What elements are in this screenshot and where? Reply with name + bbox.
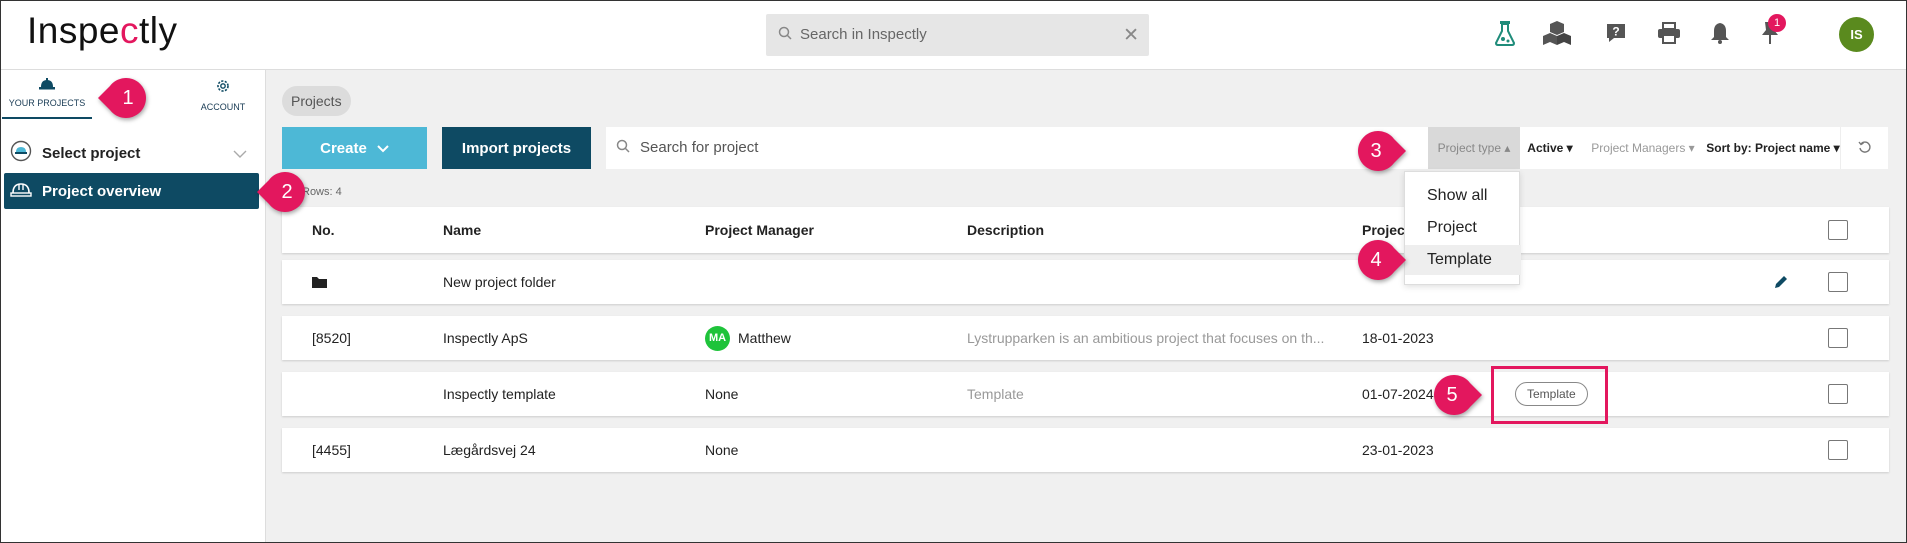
active-filter[interactable]: Active ▾ bbox=[1520, 127, 1580, 169]
callout-marker: 3 bbox=[1354, 129, 1406, 173]
callout-number: 3 bbox=[1370, 139, 1382, 162]
caret-icon: ▴ bbox=[1504, 141, 1511, 155]
row-description: Template bbox=[967, 386, 1024, 402]
chevron-down-icon bbox=[233, 145, 247, 162]
reset-filters-button[interactable] bbox=[1840, 127, 1888, 169]
row-date: 23-01-2023 bbox=[1362, 442, 1434, 458]
create-button[interactable]: Create bbox=[282, 127, 427, 169]
row-date: 18-01-2023 bbox=[1362, 330, 1434, 346]
callout-marker: 5 bbox=[1430, 373, 1482, 417]
project-overview-label: Project overview bbox=[42, 182, 162, 200]
row-name[interactable]: Lægårdsvej 24 bbox=[443, 428, 536, 472]
select-project-dropdown[interactable]: Select project bbox=[4, 135, 259, 171]
project-type-filter[interactable]: Project type ▴ bbox=[1428, 127, 1520, 169]
tab-account[interactable]: ACCOUNT bbox=[178, 78, 268, 112]
help-icon[interactable]: ? bbox=[1601, 18, 1631, 48]
callout-number: 2 bbox=[281, 180, 293, 203]
project-type-menu: Show all Project Template bbox=[1404, 171, 1521, 285]
project-managers-filter[interactable]: Project Managers ▾ bbox=[1580, 127, 1706, 169]
print-icon[interactable] bbox=[1654, 18, 1684, 48]
active-filter-label: Active bbox=[1527, 141, 1564, 155]
menu-item-project[interactable]: Project bbox=[1405, 213, 1521, 243]
row-checkbox[interactable] bbox=[1828, 384, 1848, 404]
table-row[interactable]: Inspectly template None Template 01-07-2… bbox=[282, 372, 1889, 416]
breadcrumb[interactable]: Projects bbox=[282, 86, 351, 116]
header-name[interactable]: Name bbox=[443, 207, 481, 253]
flask-icon[interactable] bbox=[1490, 18, 1520, 48]
row-project-manager: None bbox=[705, 386, 739, 402]
tab-your-projects[interactable]: YOUR PROJECTS bbox=[2, 78, 92, 119]
caret-icon: ▾ bbox=[1566, 141, 1573, 155]
top-bar: Inspectly Search in Inspectly ✕ ? 1 IS bbox=[0, 0, 1907, 70]
callout-marker: 4 bbox=[1354, 238, 1406, 282]
user-avatar[interactable]: IS bbox=[1839, 17, 1874, 52]
row-name[interactable]: New project folder bbox=[443, 260, 556, 304]
header-project-manager[interactable]: Project Manager bbox=[705, 207, 814, 253]
search-icon bbox=[778, 26, 792, 45]
row-checkbox[interactable] bbox=[1828, 440, 1848, 460]
row-checkbox[interactable] bbox=[1828, 328, 1848, 348]
tab-your-projects-label: YOUR PROJECTS bbox=[8, 98, 86, 108]
caret-icon: ▾ bbox=[1688, 141, 1695, 155]
callout-marker: 2 bbox=[257, 170, 309, 214]
select-all-checkbox[interactable] bbox=[1828, 220, 1848, 240]
sort-label: Sort by: Project name bbox=[1706, 141, 1831, 155]
callout-marker: 1 bbox=[98, 76, 150, 120]
header-description[interactable]: Description bbox=[967, 207, 1044, 253]
row-name[interactable]: Inspectly ApS bbox=[443, 316, 528, 360]
project-switch-icon bbox=[10, 140, 32, 166]
callout-number: 4 bbox=[1370, 248, 1382, 271]
row-number: [4455] bbox=[312, 442, 351, 458]
create-label: Create bbox=[320, 139, 367, 157]
project-search-placeholder: Search for project bbox=[640, 139, 759, 156]
tab-account-label: ACCOUNT bbox=[200, 102, 246, 112]
project-managers-label: Project Managers bbox=[1591, 141, 1686, 155]
row-checkbox[interactable] bbox=[1828, 272, 1848, 292]
row-date: 01-07-2024 bbox=[1362, 386, 1434, 402]
project-search-input[interactable]: Search for project bbox=[606, 127, 1428, 169]
notification-badge: 1 bbox=[1768, 14, 1786, 32]
helmet-outline-icon bbox=[10, 181, 32, 201]
sort-dropdown[interactable]: Sort by: Project name ▾ bbox=[1706, 127, 1840, 169]
app-logo[interactable]: Inspectly bbox=[27, 10, 178, 52]
manager-name: Matthew bbox=[738, 330, 791, 346]
menu-item-show-all[interactable]: Show all bbox=[1405, 181, 1521, 211]
table-row[interactable]: [8520] Inspectly ApS MA Matthew Lystrupp… bbox=[282, 316, 1889, 360]
helmet-icon bbox=[2, 78, 92, 92]
import-projects-button[interactable]: Import projects bbox=[442, 127, 591, 169]
header-no[interactable]: No. bbox=[312, 207, 335, 253]
row-number: [8520] bbox=[312, 330, 351, 346]
clear-search-icon[interactable]: ✕ bbox=[1123, 24, 1139, 47]
caret-icon: ▾ bbox=[1833, 141, 1840, 155]
select-project-label: Select project bbox=[42, 144, 141, 162]
gear-icon bbox=[178, 78, 268, 96]
table-header: No. Name Project Manager Description Pro… bbox=[282, 207, 1889, 253]
project-type-label: Project type bbox=[1437, 141, 1501, 155]
row-description: Lystrupparken is an ambitious project th… bbox=[967, 330, 1325, 346]
edit-icon[interactable] bbox=[1774, 260, 1788, 304]
menu-item-template[interactable]: Template bbox=[1405, 245, 1521, 275]
table-row[interactable]: [4455] Lægårdsvej 24 None 23-01-2023 bbox=[282, 428, 1889, 472]
reset-icon bbox=[1857, 140, 1872, 157]
search-icon bbox=[616, 139, 630, 158]
row-project-manager: MA Matthew bbox=[705, 316, 791, 360]
callout-number: 1 bbox=[122, 86, 134, 109]
row-name[interactable]: Inspectly template bbox=[443, 372, 556, 416]
sidebar: YOUR PROJECTS ACCOUNT Select project Pro… bbox=[0, 70, 266, 543]
folder-icon bbox=[312, 260, 327, 304]
sidebar-item-project-overview[interactable]: Project overview bbox=[4, 173, 259, 209]
callout-number: 5 bbox=[1446, 383, 1458, 406]
cubes-icon[interactable] bbox=[1542, 18, 1572, 48]
table-row[interactable]: New project folder bbox=[282, 260, 1889, 304]
manager-avatar: MA bbox=[705, 325, 730, 351]
bell-icon[interactable] bbox=[1705, 18, 1735, 48]
row-project-manager: None bbox=[705, 442, 739, 458]
svg-text:?: ? bbox=[1612, 25, 1619, 39]
global-search-input[interactable]: Search in Inspectly ✕ bbox=[766, 14, 1149, 56]
chevron-down-icon bbox=[377, 140, 389, 157]
global-search-placeholder: Search in Inspectly bbox=[800, 26, 927, 43]
template-badge-highlight bbox=[1491, 366, 1608, 424]
